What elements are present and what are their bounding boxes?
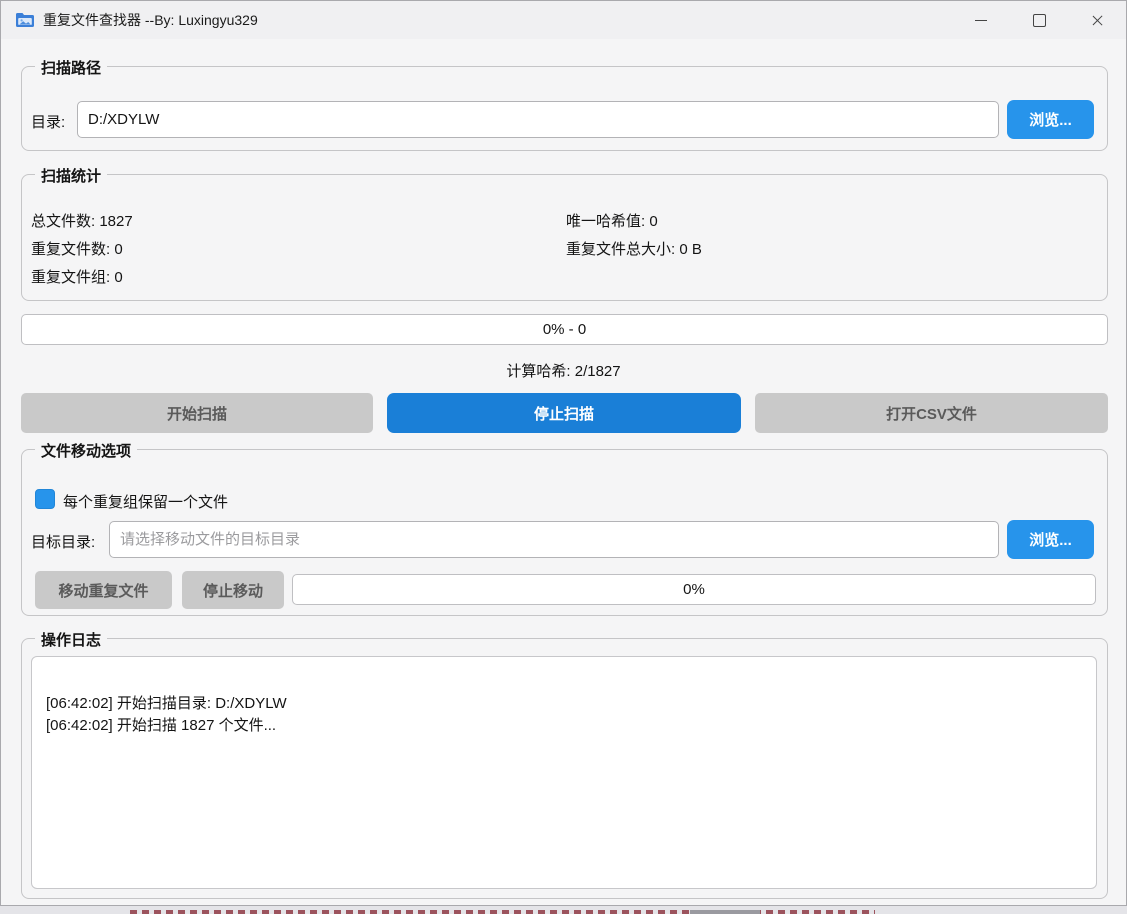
stat-unique-hashes: 唯一哈希值: 0 [566,210,658,231]
minimize-icon [975,20,987,21]
stat-total-files: 总文件数: 1827 [31,210,133,231]
start-scan-button[interactable]: 开始扫描 [21,393,373,433]
titlebar[interactable]: 重复文件查找器 --By: Luxingyu329 [1,1,1126,39]
stop-move-button[interactable]: 停止移动 [182,571,284,609]
target-directory-input[interactable] [109,521,999,558]
maximize-button[interactable] [1010,1,1068,39]
log-line: [06:42:02] 开始扫描目录: D:/XDYLW [46,693,1096,715]
scan-path-group-title: 扫描路径 [35,57,107,78]
window-title: 重复文件查找器 --By: Luxingyu329 [43,1,258,39]
background-window-text-fragment [130,910,875,914]
directory-input[interactable] [77,101,999,138]
screen: 重复文件查找器 --By: Luxingyu329 扫描路径 目录: 浏览...… [0,0,1127,914]
maximize-icon [1033,14,1046,27]
scan-stats-group: 扫描统计 [21,174,1108,301]
keep-one-label: 每个重复组保留一个文件 [63,491,228,512]
stat-duplicate-files: 重复文件数: 0 [31,238,123,259]
scan-progress-bar: 0% - 0 [21,314,1108,345]
log-line: [06:42:02] 开始扫描 1827 个文件... [46,715,1096,737]
open-csv-button[interactable]: 打开CSV文件 [755,393,1108,433]
stat-duplicate-groups: 重复文件组: 0 [31,266,123,287]
hash-status-text: 计算哈希: 2/1827 [1,360,1126,381]
app-folder-icon [15,10,35,30]
close-icon [1091,14,1104,27]
target-directory-label: 目标目录: [31,531,95,552]
minimize-button[interactable] [952,1,1010,39]
log-area[interactable]: [06:42:02] 开始扫描目录: D:/XDYLW [06:42:02] 开… [31,656,1097,889]
app-window: 重复文件查找器 --By: Luxingyu329 扫描路径 目录: 浏览...… [0,0,1127,906]
keep-one-checkbox[interactable] [35,489,55,509]
scan-stats-group-title: 扫描统计 [35,165,107,186]
scan-browse-button[interactable]: 浏览... [1007,100,1094,139]
background-window-gray-fragment [690,910,760,914]
move-progress-bar: 0% [292,574,1096,605]
move-options-group-title: 文件移动选项 [35,440,137,461]
move-duplicates-button[interactable]: 移动重复文件 [35,571,172,609]
scan-progress-text: 0% - 0 [543,321,586,338]
stop-scan-button[interactable]: 停止扫描 [387,393,741,433]
log-group-title: 操作日志 [35,629,107,650]
background-window-sliver [0,906,1127,914]
move-progress-text: 0% [683,581,705,598]
move-browse-button[interactable]: 浏览... [1007,520,1094,559]
stat-duplicate-size: 重复文件总大小: 0 B [566,238,702,259]
close-button[interactable] [1068,1,1126,39]
directory-label: 目录: [31,111,65,132]
